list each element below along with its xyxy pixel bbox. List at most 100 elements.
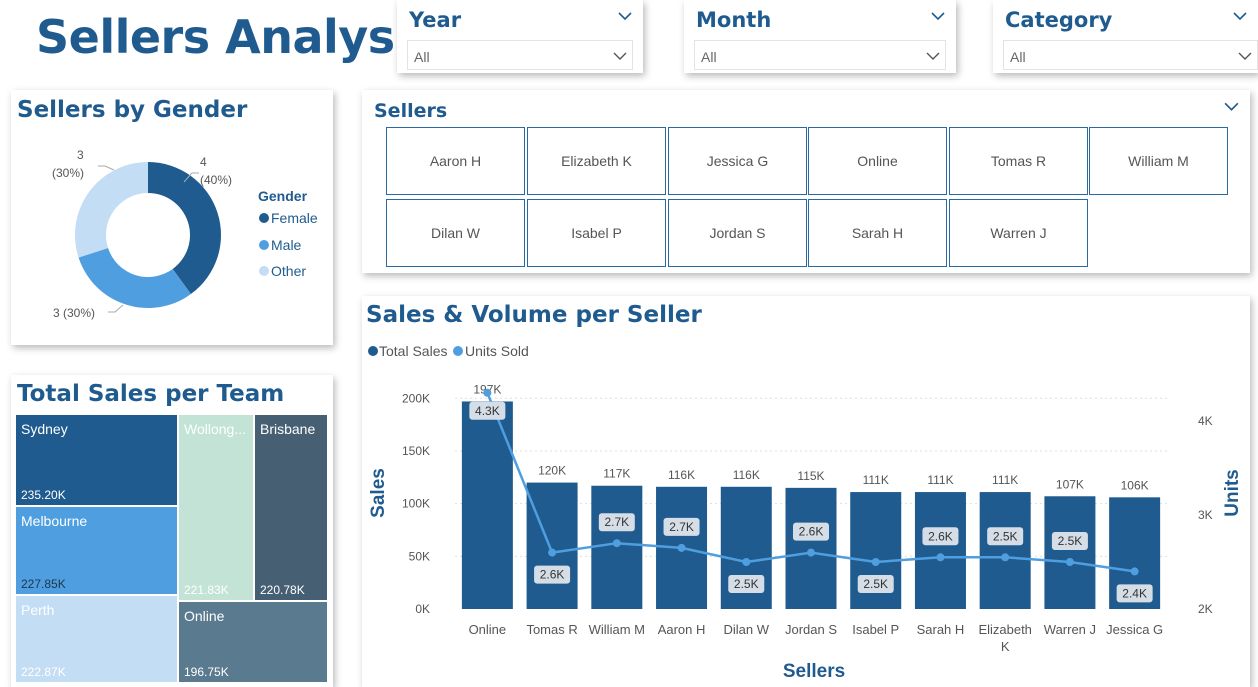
month-slicer[interactable]: Month All	[684, 0, 956, 73]
donut-label-other: 3	[77, 148, 84, 162]
x-tick-label: Isabel P	[852, 622, 899, 637]
seller-tile-dilan-w[interactable]: Dilan W	[386, 199, 525, 267]
y-tick-label: 0K	[415, 602, 430, 616]
donut-label-other-pct: (30%)	[52, 166, 84, 180]
y-axis-title: Sales	[368, 468, 389, 518]
team-card-title: Total Sales per Team	[17, 381, 285, 407]
chevron-down-icon[interactable]	[1223, 98, 1240, 115]
y2-axis-title: Units	[1222, 469, 1243, 517]
seller-tile-elizabeth-k[interactable]: Elizabeth K	[527, 127, 666, 195]
units-sold-point[interactable]	[677, 543, 686, 552]
y-tick-label: 200K	[402, 391, 430, 405]
bar-data-label: 111K	[927, 473, 953, 487]
treemap-cell-value: 221.83K	[184, 583, 229, 597]
point-data-label: 2.5K	[734, 577, 759, 591]
x-tick-label: Dilan W	[724, 622, 770, 637]
donut-slice-male[interactable]	[78, 247, 191, 308]
chevron-down-icon	[926, 52, 940, 60]
year-slicer-title: Year	[409, 8, 462, 32]
label-leader-line	[108, 304, 124, 313]
treemap-cell-online[interactable]: Online 196.75K	[179, 602, 327, 682]
team-card: Total Sales per Team Sydney 235.20K Melb…	[11, 375, 333, 687]
month-slicer-title: Month	[696, 8, 772, 32]
bar-data-label: 111K	[863, 473, 889, 487]
seller-tile-isabel-p[interactable]: Isabel P	[527, 199, 666, 267]
month-dropdown[interactable]: All	[694, 40, 946, 70]
y2-tick-label: 4K	[1198, 414, 1213, 428]
units-sold-point[interactable]	[742, 558, 751, 566]
point-data-label: 2.5K	[993, 529, 1018, 543]
seller-tile-online[interactable]: Online	[808, 127, 947, 195]
treemap-cell-sydney[interactable]: Sydney 235.20K	[16, 415, 177, 505]
chevron-down-icon	[1238, 52, 1252, 60]
gender-donut-chart: 4 (40%) 3 (30%) 3 (30%) Gender Female Ma…	[52, 148, 318, 320]
treemap-cell-perth[interactable]: Perth 222.87K	[16, 596, 177, 682]
units-sold-point[interactable]	[1130, 567, 1139, 576]
bar-total-sales[interactable]	[591, 485, 643, 609]
y-tick-label: 50K	[409, 549, 430, 563]
treemap-cell-name: Brisbane	[260, 421, 316, 437]
year-slicer[interactable]: Year All	[397, 0, 643, 73]
donut-slice-other[interactable]	[75, 162, 148, 258]
bar-data-label: 107K	[1056, 477, 1084, 491]
legend-label-units-sold: Units Sold	[465, 343, 529, 359]
bar-total-sales[interactable]	[1044, 496, 1096, 609]
treemap-cell-name: Sydney	[21, 421, 68, 437]
donut-label-female-pct: (40%)	[200, 173, 232, 187]
y2-tick-label: 3K	[1198, 508, 1213, 522]
bar-data-label: 116K	[668, 468, 695, 482]
bar-total-sales[interactable]	[979, 492, 1031, 609]
units-sold-point[interactable]	[807, 548, 815, 557]
legend-label-male: Male	[271, 237, 302, 253]
chevron-down-icon[interactable]	[930, 8, 946, 24]
seller-tile-tomas-r[interactable]: Tomas R	[949, 127, 1088, 195]
treemap-cell-value: 227.85K	[21, 577, 66, 591]
units-sold-point[interactable]	[936, 553, 945, 562]
bar-total-sales[interactable]	[461, 401, 513, 609]
point-data-label: 2.5K	[863, 577, 888, 591]
seller-tile-aaron-h[interactable]: Aaron H	[386, 127, 525, 195]
chevron-down-icon[interactable]	[617, 8, 633, 24]
seller-tile-william-m[interactable]: William M	[1089, 127, 1228, 195]
units-sold-point[interactable]	[483, 388, 492, 397]
treemap-cell-name: Wollong...	[184, 421, 246, 437]
bar-total-sales[interactable]	[785, 487, 837, 609]
category-slicer[interactable]: Category All	[993, 0, 1258, 73]
legend-swatch-female	[259, 213, 269, 223]
seller-tile-jordan-s[interactable]: Jordan S	[668, 199, 807, 267]
x-tick-label: Online	[469, 622, 507, 637]
bar-total-sales[interactable]	[914, 492, 966, 609]
bar-total-sales[interactable]	[526, 482, 578, 609]
gender-card: Sellers by Gender 4 (40%) 3 (30%) 3 (30%…	[11, 90, 333, 345]
legend-swatch-other	[259, 266, 269, 276]
sales-volume-card-title: Sales & Volume per Seller	[366, 302, 702, 328]
treemap-cell-melbourne[interactable]: Melbourne 227.85K	[16, 507, 177, 594]
treemap-cell-brisbane[interactable]: Brisbane 220.78K	[255, 415, 327, 600]
treemap-cell-wollongong[interactable]: Wollong... 221.83K	[179, 415, 253, 600]
donut-label-female: 4	[200, 155, 207, 169]
x-axis-title: Sellers	[783, 661, 845, 680]
seller-tile-jessica-g[interactable]: Jessica G	[668, 127, 807, 195]
units-sold-point[interactable]	[548, 548, 557, 557]
chevron-down-icon[interactable]	[1232, 8, 1248, 24]
bar-data-label: 117K	[603, 467, 630, 481]
units-sold-point[interactable]	[612, 539, 621, 548]
point-data-label: 2.5K	[1058, 534, 1083, 548]
point-data-label: 2.6K	[928, 529, 953, 543]
category-dropdown[interactable]: All	[1003, 40, 1258, 70]
x-tick-label: Elizabeth	[978, 622, 1031, 637]
x-tick-label: Aaron H	[658, 622, 706, 637]
x-tick-label: William M	[589, 622, 645, 637]
x-tick-label: K	[1001, 639, 1010, 654]
sellers-slicer: Sellers Aaron H Elizabeth K Jessica G On…	[362, 90, 1250, 273]
treemap-cell-value: 220.78K	[260, 583, 305, 597]
category-dropdown-value: All	[1010, 49, 1026, 65]
seller-tile-warren-j[interactable]: Warren J	[949, 199, 1088, 267]
units-sold-point[interactable]	[871, 558, 880, 566]
treemap-cell-name: Perth	[21, 602, 55, 618]
units-sold-point[interactable]	[1001, 553, 1010, 562]
seller-tile-sarah-h[interactable]: Sarah H	[808, 199, 947, 267]
units-sold-point[interactable]	[1065, 558, 1074, 566]
chevron-down-icon	[613, 52, 627, 60]
year-dropdown[interactable]: All	[407, 40, 633, 70]
